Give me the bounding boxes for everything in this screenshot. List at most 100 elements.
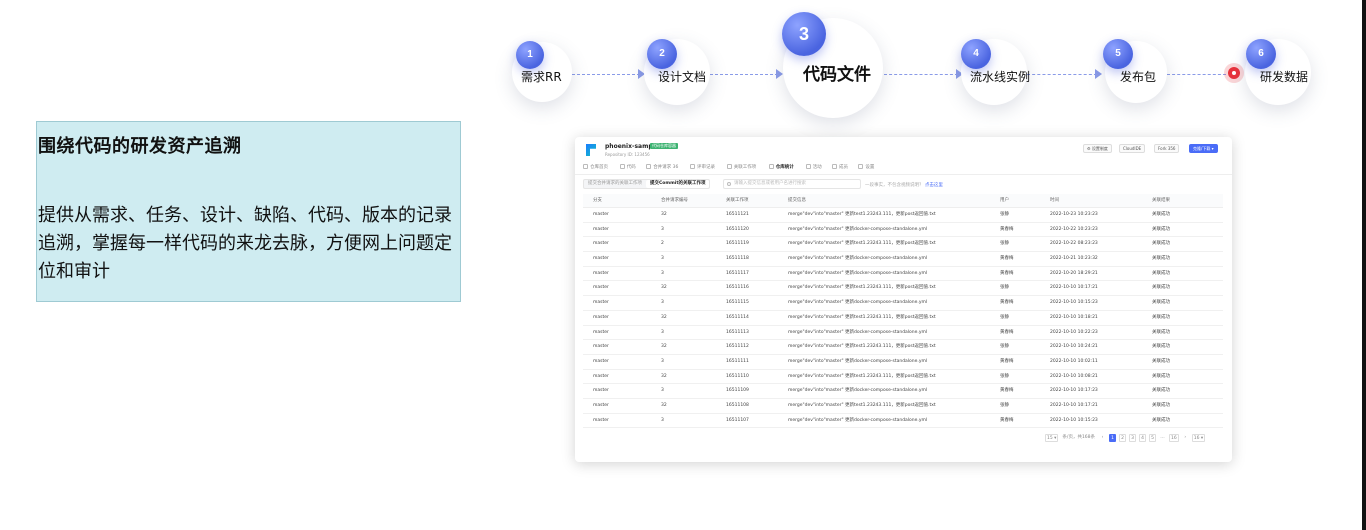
search-icon bbox=[727, 182, 731, 186]
table-row[interactable]: master 3 16511107 merge"dev"into"master" 更新… bbox=[583, 414, 1223, 429]
arrow-icon bbox=[776, 69, 783, 79]
table-row[interactable]: master 3 16511115 merge"dev"into"master" 更新… bbox=[583, 296, 1223, 311]
page-button[interactable]: 1 bbox=[1109, 434, 1117, 442]
cloud-button[interactable]: CloudIDE bbox=[1119, 144, 1146, 153]
table-cell: 黄春梅 bbox=[1000, 329, 1014, 335]
clone-button[interactable]: 克隆/下载 ▾ bbox=[1189, 144, 1218, 153]
column-header: 合并请求编号 bbox=[661, 198, 688, 203]
segment-2[interactable]: 提交Commit的关联工作项 bbox=[646, 180, 710, 188]
table-row[interactable]: master 3 16511111 merge"dev"into"master" 更新… bbox=[583, 355, 1223, 370]
page-button[interactable]: 16 bbox=[1169, 434, 1179, 442]
table-cell: master bbox=[593, 417, 609, 423]
page-button[interactable]: … bbox=[1159, 434, 1166, 442]
page-button[interactable]: 3 bbox=[1129, 434, 1137, 442]
step-5-label: 发布包 bbox=[1120, 70, 1157, 84]
fork-button[interactable]: Fork 356 bbox=[1154, 144, 1180, 153]
table-row[interactable]: master 3 16511120 merge"dev"into"master" 更新… bbox=[583, 223, 1223, 238]
tab-2[interactable]: 代码 bbox=[619, 164, 636, 170]
table-cell: 3 bbox=[661, 226, 664, 232]
table-cell: 3 bbox=[661, 417, 664, 423]
search-input[interactable]: 请输入提交信息或者用户名进行搜索 bbox=[723, 179, 861, 189]
table-row[interactable]: master 3 16511113 merge"dev"into"master" 更新… bbox=[583, 326, 1223, 341]
tab-icon bbox=[858, 164, 864, 169]
page-jump-select[interactable]: 16 ▾ bbox=[1191, 434, 1206, 442]
table-cell: 3 bbox=[661, 358, 664, 364]
step-6-number: 6 bbox=[1246, 39, 1276, 69]
table-cell: master bbox=[593, 256, 609, 262]
tab-4[interactable]: 评审记录 bbox=[690, 164, 715, 170]
hint-label: 一段事实，不包含视频说明？ bbox=[865, 183, 924, 188]
total-count: 条/页，共168条 bbox=[1062, 435, 1096, 440]
column-header: 关联结果 bbox=[1152, 198, 1170, 203]
table-cell: merge"dev"into"master" 更新test1.23243.111… bbox=[788, 212, 936, 217]
table-row[interactable]: master 32 16511112 merge"dev"into"master" 更… bbox=[583, 340, 1223, 355]
table-row[interactable]: master 32 16511114 merge"dev"into"master" 更… bbox=[583, 311, 1223, 326]
table-cell: 16511117 bbox=[726, 270, 749, 276]
repo-tabs: 仓库首页 代码 合并请求 36 评审记录 关联工作项 仓库统计 活动 成员 设置 bbox=[575, 161, 1232, 175]
table-cell: 2022-10-10 10:22:23 bbox=[1050, 329, 1098, 335]
tab-8[interactable]: 成员 bbox=[832, 164, 848, 170]
table-cell: merge"dev"into"master" 更新docker-compose-… bbox=[788, 329, 928, 335]
table-cell: 3 bbox=[661, 329, 664, 335]
table-row[interactable]: master 3 16511117 merge"dev"into"master" 更新… bbox=[583, 267, 1223, 282]
table-header: 分支 合并请求编号 关联工作项 提交信息 用户 时间 关联结果 bbox=[583, 194, 1223, 208]
tab-icon bbox=[583, 164, 588, 169]
filter-bar: 提交合并请求的关联工作项 提交Commit的关联工作项 请输入提交信息或者用户名进… bbox=[575, 177, 1232, 191]
step-4-label: 流水线实例 bbox=[970, 70, 1031, 84]
table-cell: 黄春梅 bbox=[1000, 300, 1014, 306]
table-cell: 黄春梅 bbox=[1000, 388, 1014, 394]
table-cell: 关联成功 bbox=[1152, 373, 1170, 379]
table-cell: 32 bbox=[661, 402, 667, 408]
panel-title: 围绕代码的研发资产追溯 bbox=[38, 136, 242, 157]
table-cell: 16511114 bbox=[726, 314, 749, 320]
gear-button[interactable]: ⚙ 设置制度 bbox=[1083, 144, 1112, 153]
table-row[interactable]: master 32 16511110 merge"dev"into"master" 更… bbox=[583, 370, 1223, 385]
table-row[interactable]: master 2 16511119 merge"dev"into"master" 更新… bbox=[583, 237, 1223, 253]
table-row[interactable]: master 32 16511116 merge"dev"into"master" 更… bbox=[583, 281, 1223, 297]
repo-tag: 代码仓库容器 bbox=[650, 143, 678, 149]
trace-flow: 1 需求RR 2 设计文档 3 代码文件 4 流水线实例 5 发布包 6 研发数据 bbox=[0, 0, 1366, 130]
step-5-number: 5 bbox=[1103, 39, 1133, 69]
table-cell: master bbox=[593, 226, 609, 232]
tab-1[interactable]: 仓库首页 bbox=[583, 164, 608, 170]
hint-link[interactable]: 点击这里 bbox=[925, 183, 943, 188]
table-cell: 32 bbox=[661, 212, 667, 217]
table-cell: 16511119 bbox=[726, 241, 749, 247]
table-cell: 关联成功 bbox=[1152, 344, 1170, 350]
table-row[interactable]: master 32 16511121 merge"dev"into"master" 更… bbox=[583, 208, 1223, 223]
table-cell: 关联成功 bbox=[1152, 212, 1170, 217]
segment-1[interactable]: 提交合并请求的关联工作项 bbox=[584, 180, 646, 188]
tab-6[interactable]: 仓库统计 bbox=[768, 164, 794, 170]
table-cell: 黄春梅 bbox=[1000, 358, 1014, 364]
page-button[interactable]: 4 bbox=[1139, 434, 1147, 442]
page-button[interactable]: 5 bbox=[1149, 434, 1157, 442]
table-cell: 关联成功 bbox=[1152, 417, 1170, 423]
table-cell: 3 bbox=[661, 270, 664, 276]
table-cell: 16511118 bbox=[726, 256, 749, 262]
table-cell: master bbox=[593, 300, 609, 306]
prev-page-icon[interactable]: ‹ bbox=[1099, 434, 1106, 442]
next-page-icon[interactable]: › bbox=[1182, 434, 1189, 442]
table-cell: master bbox=[593, 314, 609, 320]
table-row[interactable]: master 32 16511108 merge"dev"into"master" 更… bbox=[583, 399, 1223, 414]
table-cell: 2022-10-20 18:29:21 bbox=[1050, 270, 1098, 276]
table-cell: 32 bbox=[661, 373, 667, 379]
table-cell: 32 bbox=[661, 314, 667, 320]
table-cell: master bbox=[593, 212, 609, 217]
page-size-select[interactable]: 15 ▾ bbox=[1045, 434, 1059, 442]
page-button[interactable]: 2 bbox=[1119, 434, 1127, 442]
tab-icon bbox=[726, 164, 732, 169]
tab-5[interactable]: 关联工作项 bbox=[726, 164, 756, 170]
table-row[interactable]: master 3 16511109 merge"dev"into"master" 更新… bbox=[583, 384, 1223, 399]
table-cell: 关联成功 bbox=[1152, 226, 1170, 232]
table-cell: 关联成功 bbox=[1152, 329, 1170, 335]
table-cell: 关联成功 bbox=[1152, 388, 1170, 394]
table-cell: master bbox=[593, 388, 609, 394]
tab-9[interactable]: 设置 bbox=[858, 164, 874, 170]
tab-7[interactable]: 活动 bbox=[805, 164, 822, 170]
table-cell: 2022-10-10 10:15:23 bbox=[1050, 417, 1098, 423]
column-header: 关联工作项 bbox=[726, 198, 749, 203]
tab-3[interactable]: 合并请求 36 bbox=[646, 164, 678, 170]
table-cell: 2022-10-10 10:17:21 bbox=[1050, 285, 1098, 291]
table-row[interactable]: master 3 16511118 merge"dev"into"master" 更新… bbox=[583, 252, 1223, 267]
